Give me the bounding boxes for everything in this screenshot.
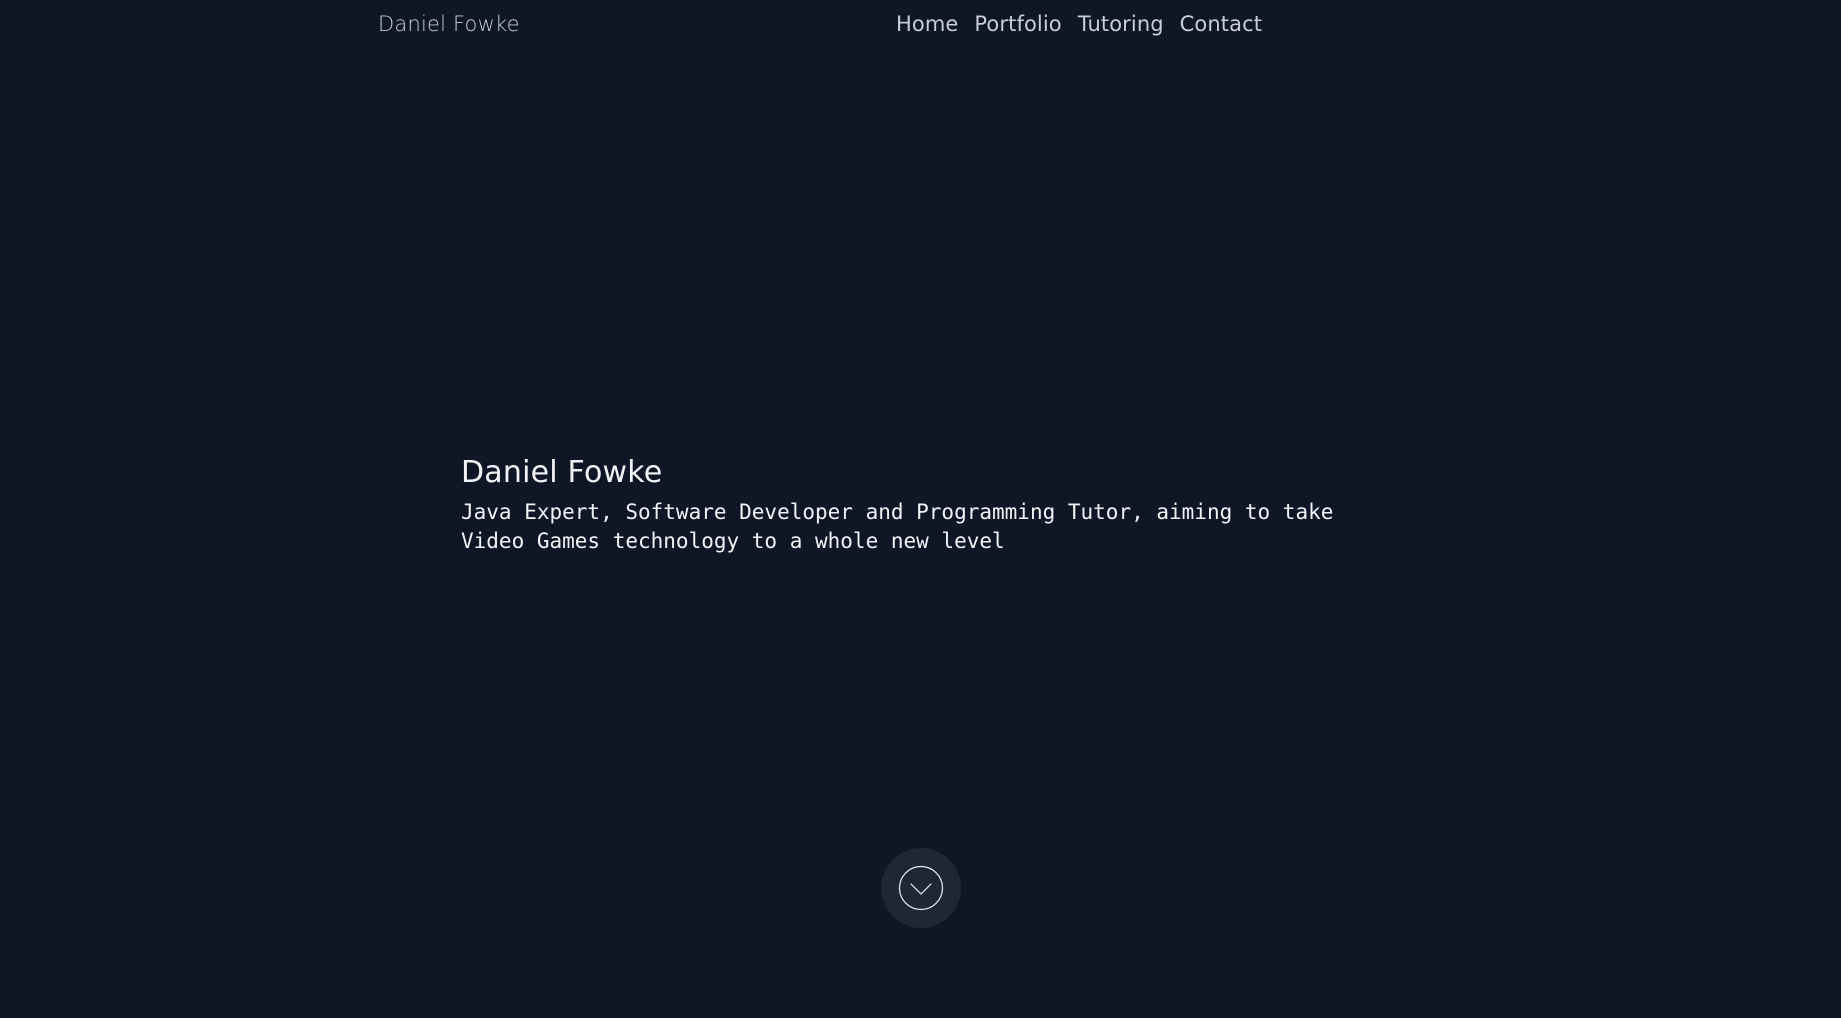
nav-link-contact[interactable]: Contact (1180, 12, 1262, 36)
nav-link-tutoring[interactable]: Tutoring (1078, 12, 1164, 36)
scroll-down-button[interactable] (881, 848, 961, 928)
hero-title: Daniel Fowke (461, 455, 663, 490)
chevron-down-circle-icon (898, 865, 944, 911)
nav-link-portfolio[interactable]: Portfolio (974, 12, 1061, 36)
brand-link[interactable]: Daniel Fowke (378, 12, 520, 36)
hero-subtitle: Java Expert, Software Developer and Prog… (461, 500, 1334, 553)
site-header: Daniel Fowke Home Portfolio Tutoring Con… (0, 0, 1841, 60)
hero-section: Daniel Fowke Java Expert, Software Devel… (461, 454, 1381, 556)
main-nav: Home Portfolio Tutoring Contact (896, 12, 1262, 36)
nav-link-home[interactable]: Home (896, 12, 958, 36)
